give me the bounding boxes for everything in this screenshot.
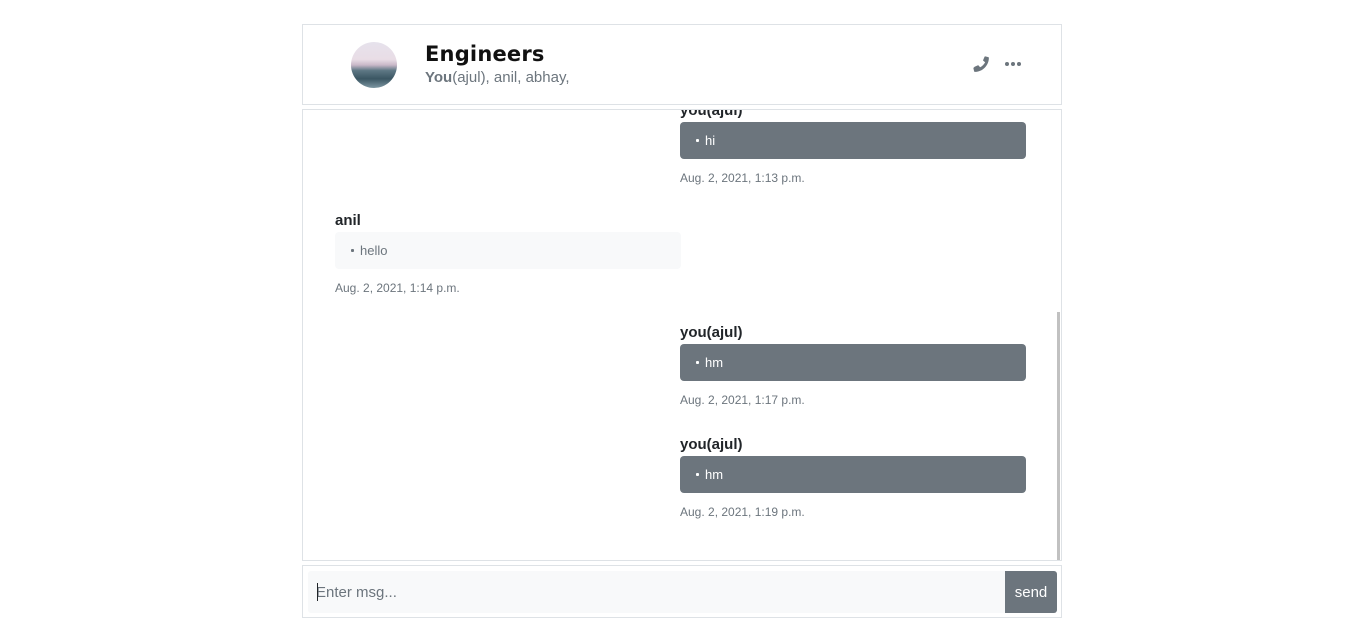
- message-text: hm: [705, 467, 724, 482]
- message-sender: anil: [335, 212, 361, 229]
- message-bubble: hm: [680, 456, 1026, 493]
- message-item: anil hello Aug. 2, 2021, 1:14 p.m.: [335, 210, 681, 296]
- message-composer: send: [302, 565, 1062, 618]
- message-time: Aug. 2, 2021, 1:17 p.m.: [680, 393, 805, 407]
- message-sender: you(ajul): [680, 109, 743, 119]
- message-text: hello: [360, 243, 388, 258]
- send-button[interactable]: send: [1005, 571, 1057, 613]
- message-item: you(ajul) hm Aug. 2, 2021, 1:17 p.m.: [680, 322, 1026, 408]
- message-sender: you(ajul): [680, 324, 743, 341]
- message-text: hm: [705, 355, 724, 370]
- message-input[interactable]: [308, 571, 1006, 613]
- text-caret: [317, 583, 318, 601]
- message-time: Aug. 2, 2021, 1:14 p.m.: [335, 281, 460, 295]
- message-item: you(ajul) hi Aug. 2, 2021, 1:13 p.m.: [680, 109, 1026, 186]
- message-bubble: hi: [680, 122, 1026, 159]
- message-bubble: hm: [680, 344, 1026, 381]
- message-time: Aug. 2, 2021, 1:19 p.m.: [680, 505, 805, 519]
- message-sender: you(ajul): [680, 436, 743, 453]
- message-time: Aug. 2, 2021, 1:13 p.m.: [680, 171, 805, 185]
- message-item: you(ajul) hm Aug. 2, 2021, 1:19 p.m.: [680, 434, 1026, 520]
- chat-header: Engineers You(ajul), anil, abhay,: [302, 24, 1062, 105]
- member-list: You(ajul), anil, abhay,: [425, 69, 570, 86]
- bullet-icon: [351, 249, 354, 253]
- group-title: Engineers: [425, 42, 545, 66]
- group-avatar[interactable]: [351, 42, 397, 88]
- bullet-icon: [696, 361, 699, 365]
- message-bubble: hello: [335, 232, 681, 269]
- bullet-icon: [696, 139, 699, 143]
- phone-icon[interactable]: [972, 55, 990, 73]
- member-others: (ajul), anil, abhay,: [452, 69, 570, 86]
- scrollbar[interactable]: [1057, 312, 1060, 560]
- message-text: hi: [705, 133, 716, 148]
- member-you: You: [425, 69, 453, 86]
- message-list[interactable]: you(ajul) hi Aug. 2, 2021, 1:13 p.m. ani…: [302, 109, 1062, 561]
- bullet-icon: [696, 473, 699, 477]
- ellipsis-icon[interactable]: [1004, 55, 1022, 73]
